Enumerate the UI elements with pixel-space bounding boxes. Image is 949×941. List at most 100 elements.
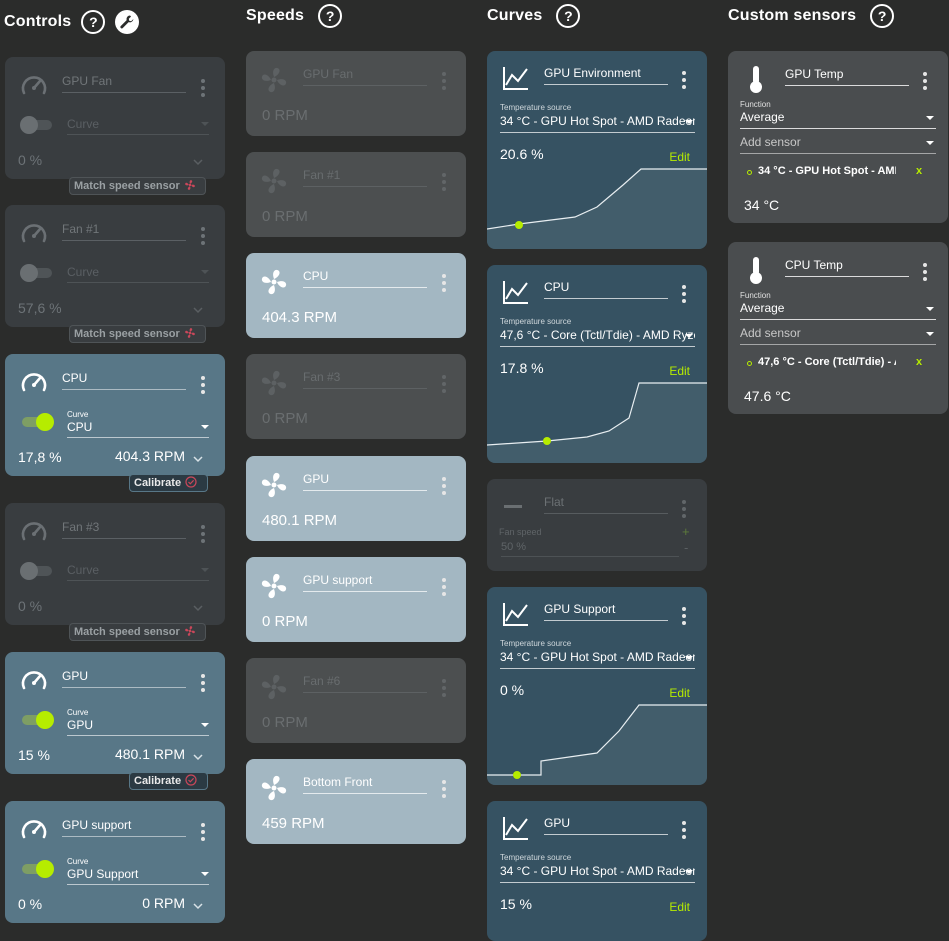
control-name-input[interactable]: Fan #1: [62, 222, 186, 241]
help-icon[interactable]: ?: [318, 4, 343, 28]
calibrate-button[interactable]: Calibrate: [129, 772, 208, 790]
curve-select[interactable]: Curve: [67, 265, 209, 283]
function-select[interactable]: Average: [740, 301, 936, 320]
curve-select[interactable]: Curve CPU: [67, 410, 209, 438]
fan-control-card[interactable]: GPU Curve GPU 15 % 480.1 RPM: [5, 652, 225, 774]
more-options-icon[interactable]: [442, 274, 446, 295]
sensor-name-input[interactable]: CPU Temp: [785, 258, 909, 277]
more-options-icon[interactable]: [442, 780, 446, 801]
help-icon[interactable]: ?: [81, 10, 106, 34]
add-sensor-select[interactable]: Add sensor: [740, 135, 936, 154]
fan-control-card[interactable]: GPU support Curve GPU Support 0 % 0 RPM: [5, 801, 225, 923]
enable-toggle[interactable]: [20, 710, 54, 730]
curve-select[interactable]: Curve: [67, 117, 209, 135]
more-options-icon[interactable]: [201, 674, 205, 695]
custom-sensor-card[interactable]: CPU Temp Function Average Add sensor 47,…: [728, 242, 948, 414]
curve-select[interactable]: Curve: [67, 563, 209, 581]
more-options-icon[interactable]: [442, 375, 446, 396]
curve-select[interactable]: Curve GPU: [67, 708, 209, 736]
curve-select[interactable]: Curve GPU Support: [67, 857, 209, 885]
curve-card[interactable]: GPU Temperature source 34 °C - GPU Hot S…: [487, 801, 707, 941]
remove-source-button[interactable]: x: [916, 165, 922, 177]
fan-speed-input[interactable]: 50 %: [501, 541, 679, 557]
speed-name-input[interactable]: GPU support: [303, 573, 427, 592]
speed-sensor-card[interactable]: GPU 480.1 RPM: [246, 456, 466, 541]
more-options-icon[interactable]: [682, 71, 686, 92]
enable-toggle[interactable]: [20, 561, 54, 581]
curve-name-input[interactable]: GPU Environment: [544, 66, 668, 85]
add-sensor-select[interactable]: Add sensor: [740, 326, 936, 345]
speed-sensor-card[interactable]: Bottom Front 459 RPM: [246, 759, 466, 844]
fan-control-card[interactable]: Fan #1 Curve 57,6 %: [5, 205, 225, 327]
curve-name-input[interactable]: GPU: [544, 816, 668, 835]
decrease-button[interactable]: -: [684, 540, 688, 555]
speed-name-input[interactable]: Fan #1: [303, 168, 427, 187]
speed-name-input[interactable]: Fan #3: [303, 370, 427, 389]
more-options-icon[interactable]: [442, 477, 446, 498]
speed-name-input[interactable]: Fan #6: [303, 674, 427, 693]
more-options-icon[interactable]: [923, 72, 927, 93]
more-options-icon[interactable]: [201, 79, 205, 100]
curve-card[interactable]: GPU Support Temperature source 34 °C - G…: [487, 587, 707, 785]
enable-toggle[interactable]: [20, 115, 54, 135]
speed-name-input[interactable]: CPU: [303, 269, 427, 288]
more-options-icon[interactable]: [682, 607, 686, 628]
chevron-down-icon[interactable]: [193, 749, 203, 761]
more-options-icon[interactable]: [923, 263, 927, 284]
more-options-icon[interactable]: [201, 227, 205, 248]
speed-name-input[interactable]: GPU Fan: [303, 67, 427, 86]
curve-plot[interactable]: [487, 685, 707, 785]
temperature-source-select[interactable]: 34 °C - GPU Hot Spot - AMD Radeon: [500, 864, 695, 883]
increase-button[interactable]: +: [682, 524, 690, 539]
speed-sensor-card[interactable]: GPU Fan 0 RPM: [246, 51, 466, 136]
temperature-source-select[interactable]: 34 °C - GPU Hot Spot - AMD Radeon: [500, 114, 695, 133]
curve-card[interactable]: CPU Temperature source 47,6 °C - Core (T…: [487, 265, 707, 463]
enable-toggle[interactable]: [20, 412, 54, 432]
more-options-icon[interactable]: [201, 525, 205, 546]
enable-toggle[interactable]: [20, 263, 54, 283]
chevron-down-icon[interactable]: [193, 154, 203, 166]
chevron-down-icon[interactable]: [193, 302, 203, 314]
chevron-down-icon[interactable]: [193, 898, 203, 910]
function-select[interactable]: Average: [740, 110, 936, 129]
more-options-icon[interactable]: [201, 376, 205, 397]
help-icon[interactable]: ?: [870, 4, 895, 28]
remove-source-button[interactable]: x: [916, 356, 922, 368]
flat-curve-card[interactable]: Flat Fan speed 50 % + -: [487, 479, 707, 571]
temperature-source-select[interactable]: 34 °C - GPU Hot Spot - AMD Radeon: [500, 650, 695, 669]
more-options-icon[interactable]: [682, 821, 686, 842]
chevron-down-icon[interactable]: [193, 600, 203, 612]
curve-card[interactable]: GPU Environment Temperature source 34 °C…: [487, 51, 707, 249]
control-name-input[interactable]: CPU: [62, 371, 186, 390]
control-name-input[interactable]: GPU: [62, 669, 186, 688]
match-speed-sensor-button[interactable]: Match speed sensor: [69, 325, 206, 343]
more-options-icon[interactable]: [442, 578, 446, 599]
chevron-down-icon[interactable]: [193, 451, 203, 463]
help-icon[interactable]: ?: [556, 4, 581, 28]
sensor-name-input[interactable]: GPU Temp: [785, 67, 909, 86]
more-options-icon[interactable]: [201, 823, 205, 844]
temperature-source-select[interactable]: 47,6 °C - Core (Tctl/Tdie) - AMD Ryzen: [500, 328, 695, 347]
more-options-icon[interactable]: [442, 173, 446, 194]
speed-name-input[interactable]: GPU: [303, 472, 427, 491]
more-options-icon[interactable]: [442, 679, 446, 700]
match-speed-sensor-button[interactable]: Match speed sensor: [69, 623, 206, 641]
edit-curve-button[interactable]: Edit: [669, 900, 690, 914]
custom-sensor-card[interactable]: GPU Temp Function Average Add sensor 34 …: [728, 51, 948, 223]
control-name-input[interactable]: GPU Fan: [62, 74, 186, 93]
speed-sensor-card[interactable]: Fan #6 0 RPM: [246, 658, 466, 743]
fan-control-card[interactable]: GPU Fan Curve 0 %: [5, 57, 225, 179]
more-options-icon[interactable]: [682, 285, 686, 306]
flat-curve-name[interactable]: Flat: [544, 495, 668, 514]
control-name-input[interactable]: Fan #3: [62, 520, 186, 539]
speed-name-input[interactable]: Bottom Front: [303, 775, 427, 794]
curve-name-input[interactable]: CPU: [544, 280, 668, 299]
calibrate-button[interactable]: Calibrate: [129, 474, 208, 492]
fan-control-card[interactable]: CPU Curve CPU 17,8 % 404.3 RPM: [5, 354, 225, 476]
control-name-input[interactable]: GPU support: [62, 818, 186, 837]
speed-sensor-card[interactable]: GPU support 0 RPM: [246, 557, 466, 642]
speed-sensor-card[interactable]: Fan #3 0 RPM: [246, 354, 466, 439]
wrench-icon[interactable]: [115, 10, 140, 34]
speed-sensor-card[interactable]: Fan #1 0 RPM: [246, 152, 466, 237]
curve-plot[interactable]: [487, 149, 707, 249]
